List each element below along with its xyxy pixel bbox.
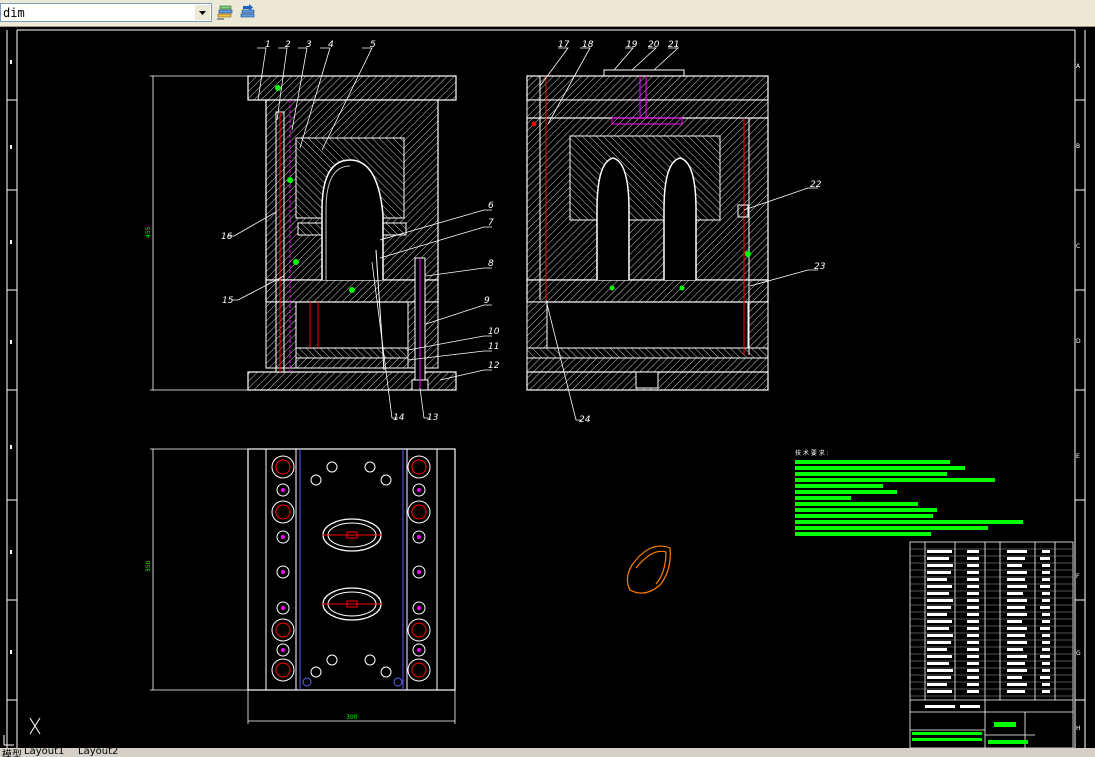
svg-text:22: 22 — [810, 180, 822, 190]
toolbar: dim — [0, 0, 1095, 27]
svg-text:E: E — [1076, 453, 1080, 460]
svg-text:D: D — [1076, 338, 1081, 345]
svg-text:8: 8 — [488, 259, 494, 269]
tech-requirements-text — [795, 460, 1023, 536]
svg-text:18: 18 — [582, 40, 594, 50]
tech-requirements-title: 技 术 要 求 : — [795, 449, 829, 457]
layout-tabs: 模型 Layout1 Layout2 — [0, 748, 1095, 757]
svg-text:A: A — [1076, 63, 1081, 70]
plan-dimension-height: 350 — [145, 560, 152, 572]
dimension-height-label: 455 — [145, 226, 152, 238]
section-view-b — [526, 69, 769, 391]
svg-text:1: 1 — [265, 40, 271, 50]
svg-text:12: 12 — [488, 361, 500, 371]
svg-text:21: 21 — [668, 40, 679, 50]
plan-dimensions — [150, 448, 456, 724]
frame-ticks — [10, 60, 12, 654]
svg-text:H: H — [1076, 725, 1081, 732]
svg-text:3: 3 — [306, 40, 312, 50]
svg-text:9: 9 — [484, 296, 490, 306]
svg-text:11: 11 — [488, 342, 499, 352]
svg-text:14: 14 — [393, 413, 405, 423]
svg-text:13: 13 — [427, 413, 439, 423]
ucs-icon — [3, 717, 41, 746]
svg-text:C: C — [1076, 243, 1080, 250]
svg-text:24: 24 — [579, 415, 591, 425]
dimension-height-a — [150, 75, 248, 391]
tab-layout1[interactable]: Layout1 — [24, 748, 64, 757]
svg-text:B: B — [1076, 143, 1080, 150]
svg-text:7: 7 — [488, 218, 494, 228]
plan-dimension-width: 300 — [346, 714, 358, 721]
svg-text:23: 23 — [814, 262, 826, 272]
layer-dropdown[interactable]: dim — [0, 3, 212, 22]
tab-model[interactable]: 模型 — [2, 748, 22, 757]
svg-text:10: 10 — [488, 327, 500, 337]
title-block-green — [912, 722, 1028, 744]
drawing-canvas[interactable]: A B C D E F G H 1 2 3 4 5 6 7 8 9 10 11 … — [0, 27, 1095, 757]
svg-text:20: 20 — [648, 40, 660, 50]
svg-text:F: F — [1076, 573, 1080, 580]
svg-text:6: 6 — [488, 201, 494, 211]
svg-text:16: 16 — [221, 232, 233, 242]
tab-layout2[interactable]: Layout2 — [78, 748, 118, 757]
plan-view — [247, 448, 456, 691]
layer-properties-icon[interactable] — [215, 3, 235, 22]
part-isometric — [626, 545, 671, 594]
chevron-down-icon[interactable] — [195, 5, 210, 20]
svg-text:2: 2 — [285, 40, 291, 50]
svg-text:G: G — [1076, 650, 1081, 657]
layer-previous-icon[interactable] — [237, 3, 257, 22]
border-letters: A B C D E F G H — [1076, 63, 1081, 732]
svg-text:17: 17 — [558, 40, 570, 50]
svg-text:15: 15 — [222, 296, 234, 306]
svg-text:4: 4 — [328, 40, 334, 50]
svg-text:5: 5 — [370, 40, 376, 50]
layer-dropdown-value: dim — [3, 6, 25, 20]
section-view-a — [247, 75, 457, 391]
parts-list-text — [925, 550, 1050, 708]
svg-text:19: 19 — [626, 40, 638, 50]
